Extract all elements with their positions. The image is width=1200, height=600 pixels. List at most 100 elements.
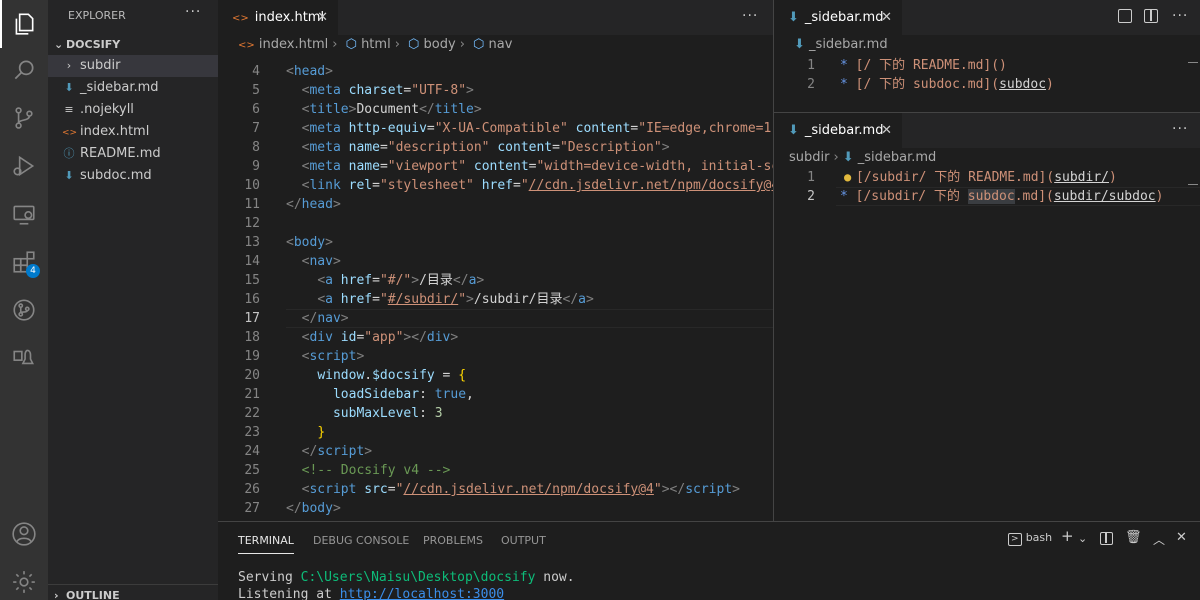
md-line-text: .md]( bbox=[1014, 189, 1054, 204]
list-bullet: * bbox=[840, 189, 848, 204]
chevron-right-icon: › bbox=[459, 37, 465, 52]
close-icon[interactable]: ✕ bbox=[881, 113, 892, 148]
markdown-icon: ⬇ bbox=[788, 10, 799, 25]
tab-debug-console[interactable]: DEBUG CONSOLE bbox=[313, 534, 409, 547]
cube-icon: ⬡ bbox=[345, 37, 357, 52]
breadcrumb-html[interactable]: html bbox=[361, 37, 391, 52]
outline-section[interactable]: › OUTLINE bbox=[48, 584, 218, 600]
chevron-right-icon: › bbox=[394, 37, 400, 52]
tree-item-subdir[interactable]: › subdir bbox=[48, 55, 218, 77]
file-lines-icon: ≡ bbox=[64, 103, 74, 116]
md-link[interactable]: subdir/subdoc bbox=[1054, 189, 1156, 204]
chevron-down-icon[interactable]: ⌄ bbox=[1078, 532, 1087, 545]
tree-item-index-html[interactable]: <> index.html bbox=[48, 121, 218, 143]
cube-icon: ⬡ bbox=[408, 37, 420, 52]
terminal-text: Listening at bbox=[238, 587, 340, 600]
run-debug-icon[interactable] bbox=[0, 142, 48, 190]
tree-item-label: README.md bbox=[80, 146, 161, 161]
more-actions-icon[interactable]: ··· bbox=[742, 0, 758, 32]
terminal-selector[interactable]: > bash bbox=[1008, 530, 1052, 546]
html-icon: <> bbox=[238, 40, 255, 51]
split-editor-icon[interactable] bbox=[1144, 9, 1158, 23]
line-number: 1 bbox=[807, 170, 815, 185]
chevron-down-icon: ⌄ bbox=[54, 38, 64, 51]
md-line-text: [/subdir/ 下的 README.md]( bbox=[856, 170, 1055, 185]
md-link[interactable]: subdoc bbox=[999, 77, 1046, 92]
right-top-code[interactable]: 1 2 * [/ 下的 README.md]() * [/ 下的 subdoc.… bbox=[774, 56, 1200, 112]
scrollbar-marker bbox=[1188, 184, 1198, 185]
cube-icon: ⬡ bbox=[473, 37, 485, 52]
breadcrumb-file[interactable]: index.html bbox=[259, 37, 328, 52]
tree-item-readme-md[interactable]: ⓘ README.md bbox=[48, 143, 218, 165]
info-icon: ⓘ bbox=[63, 147, 75, 160]
chevron-right-icon: › bbox=[66, 59, 72, 72]
md-line-end: ) bbox=[1108, 170, 1117, 185]
md-link[interactable]: subdir/ bbox=[1054, 170, 1109, 185]
right-top-tabbar: ⬇ _sidebar.md ✕ ··· bbox=[774, 0, 1200, 35]
scrollbar-marker bbox=[1188, 62, 1198, 63]
tab-output[interactable]: OUTPUT bbox=[501, 534, 546, 547]
markdown-icon: ⬇ bbox=[794, 37, 805, 52]
extensions-icon[interactable]: 4 bbox=[0, 238, 48, 286]
current-line-highlight bbox=[286, 309, 773, 328]
tab-label: _sidebar.md bbox=[804, 123, 884, 138]
breadcrumb-file[interactable]: _sidebar.md bbox=[858, 150, 937, 165]
more-actions-icon[interactable]: ··· bbox=[1172, 113, 1188, 145]
remote-explorer-icon[interactable] bbox=[0, 190, 48, 238]
tab-subdir-sidebar-md[interactable]: ⬇ _sidebar.md ✕ bbox=[774, 113, 902, 148]
tab-terminal[interactable]: TERMINAL bbox=[238, 534, 294, 554]
tab-problems[interactable]: PROBLEMS bbox=[423, 534, 483, 547]
tab-index-html[interactable]: <> index.html ✕ bbox=[218, 0, 338, 35]
tree-item-label: _sidebar.md bbox=[80, 80, 159, 95]
chevron-right-icon: › bbox=[833, 150, 839, 165]
open-preview-icon[interactable] bbox=[1118, 9, 1132, 23]
split-terminal-icon[interactable] bbox=[1100, 532, 1113, 545]
bottom-panel: TERMINAL DEBUG CONSOLE PROBLEMS OUTPUT >… bbox=[218, 522, 1200, 600]
md-line-text: [/ 下的 README.md]() bbox=[847, 58, 1007, 73]
terminal-text: now. bbox=[535, 570, 575, 585]
line-number: 1 bbox=[807, 58, 815, 73]
html-icon: <> bbox=[62, 128, 78, 138]
workspace-folder-label: DOCSIFY bbox=[66, 38, 121, 51]
git-graph-icon[interactable] bbox=[0, 286, 48, 334]
right-bottom-code[interactable]: 1 2 ● [/subdir/ 下的 README.md](subdir/) *… bbox=[774, 168, 1200, 218]
maximize-panel-icon[interactable]: ︿ bbox=[1153, 531, 1165, 548]
close-icon[interactable]: ✕ bbox=[881, 0, 892, 35]
explorer-icon[interactable] bbox=[0, 0, 48, 48]
close-icon[interactable]: ✕ bbox=[317, 0, 328, 35]
settings-gear-icon[interactable] bbox=[0, 558, 48, 600]
md-line-text: [/ 下的 subdoc.md]( bbox=[847, 77, 1000, 92]
outline-label: OUTLINE bbox=[66, 589, 120, 600]
left-editor-code[interactable]: 4 5 6 7 8 9 10 11 12 13 14 15 16 17 18 1… bbox=[218, 56, 773, 521]
html-icon: <> bbox=[232, 13, 249, 24]
wsl-icon[interactable] bbox=[0, 334, 48, 382]
trash-icon[interactable]: 🗑 bbox=[1125, 530, 1142, 545]
chevron-right-icon: › bbox=[332, 37, 338, 52]
tree-item-subdoc-md[interactable]: ⬇ subdoc.md bbox=[48, 165, 218, 187]
right-top-breadcrumb: ⬇ _sidebar.md bbox=[794, 34, 888, 56]
tab-sidebar-md[interactable]: ⬇ _sidebar.md ✕ bbox=[774, 0, 902, 35]
tree-item-nojekyll[interactable]: ≡ .nojekyll bbox=[48, 99, 218, 121]
breadcrumb-body[interactable]: body bbox=[424, 37, 456, 52]
terminal-shell-label: bash bbox=[1025, 531, 1053, 544]
more-actions-icon[interactable]: ··· bbox=[185, 4, 201, 20]
explorer-sidebar: EXPLORER ··· ⌄ DOCSIFY › subdir ⬇ _sidebar.… bbox=[48, 0, 218, 600]
tree-item-label: subdoc.md bbox=[80, 168, 152, 183]
breadcrumb-folder[interactable]: subdir bbox=[789, 150, 829, 165]
breadcrumb-nav[interactable]: nav bbox=[489, 37, 513, 52]
more-actions-icon[interactable]: ··· bbox=[1172, 0, 1188, 32]
source-control-icon[interactable] bbox=[0, 94, 48, 142]
search-icon[interactable] bbox=[0, 46, 48, 94]
workspace-folder[interactable]: ⌄ DOCSIFY bbox=[48, 35, 218, 55]
accounts-icon[interactable] bbox=[0, 510, 48, 558]
breadcrumb-file[interactable]: _sidebar.md bbox=[809, 37, 888, 52]
tab-label: _sidebar.md bbox=[804, 10, 884, 25]
add-terminal-icon[interactable]: + bbox=[1061, 527, 1074, 545]
tree-item-sidebar-md[interactable]: ⬇ _sidebar.md bbox=[48, 77, 218, 99]
lightbulb-icon[interactable]: ● bbox=[844, 170, 851, 184]
list-bullet: * bbox=[840, 58, 848, 73]
terminal-url[interactable]: http://localhost:3000 bbox=[340, 587, 504, 600]
tab-label: index.html bbox=[254, 10, 325, 25]
markdown-icon: ⬇ bbox=[842, 150, 854, 165]
close-panel-icon[interactable]: ✕ bbox=[1176, 530, 1187, 545]
